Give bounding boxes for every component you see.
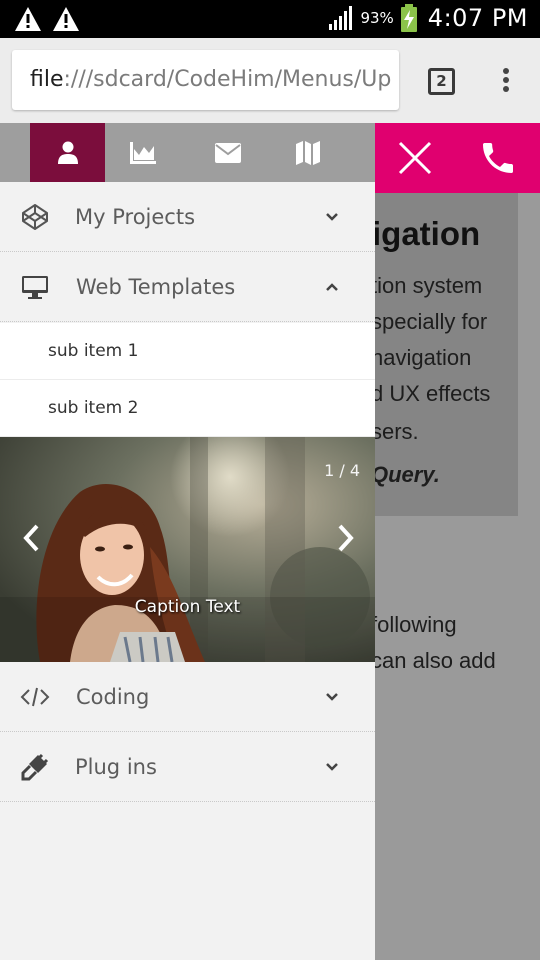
battery-charging-icon [400,4,418,32]
map-icon [295,140,320,165]
carousel-counter: 1 / 4 [324,461,360,480]
codepen-icon [22,203,48,230]
notification-icons [14,6,80,32]
body-text: specially for [371,309,488,334]
chevron-down-icon [326,762,338,771]
tab-chart[interactable] [105,123,180,182]
signal-icon [328,6,354,30]
sub-item-1[interactable]: sub item 1 [0,323,375,380]
phone-icon [482,143,513,173]
body-text: d UX effects [371,381,491,406]
menu-tab-bar [0,123,375,182]
url-bar[interactable]: file:///sdcard/CodeHim/Menus/Up [12,50,399,110]
menu-item-plug-ins[interactable]: Plug ins [0,732,375,802]
user-icon [57,141,78,164]
desktop-icon [22,275,48,299]
body-text: following [371,612,457,637]
menu-item-my-projects[interactable]: My Projects [0,182,375,252]
body-text: can also add [371,648,496,673]
status-bar: 93% 4:07 PM [0,0,540,38]
chevron-down-icon [326,692,338,701]
body-text-emphasis: Query. [371,462,440,487]
sub-item-2[interactable]: sub item 2 [0,380,375,437]
chevron-up-icon [326,282,338,291]
menu-item-web-templates[interactable]: Web Templates [0,252,375,322]
page-heading: igation [372,215,481,252]
call-button[interactable] [455,123,540,193]
chart-icon [129,141,156,164]
carousel-caption: Caption Text [134,597,241,617]
body-text: navigation [371,345,472,370]
warning-icon [14,6,42,32]
carousel-prev-button[interactable] [20,523,44,553]
side-menu: My Projects Web Templates sub item 1 sub… [0,123,375,960]
menu-item-label: Plug ins [75,755,157,779]
menu-item-label: Coding [76,685,150,709]
system-status: 93% 4:07 PM [328,4,528,32]
warning-icon [52,6,80,32]
sub-item-label: sub item 2 [48,398,139,418]
close-icon [398,141,432,175]
menu-item-label: My Projects [75,205,196,229]
url-scheme: file [30,67,64,92]
battery-percent: 93% [360,9,394,27]
body-text: sers. [371,419,419,444]
tab-mail[interactable] [190,123,265,182]
body-text: tion system [371,273,483,298]
browser-toolbar: file:///sdcard/CodeHim/Menus/Up 2 [0,38,540,123]
close-menu-button[interactable] [375,123,455,193]
menu-item-coding[interactable]: Coding [0,662,375,732]
clock: 4:07 PM [427,4,528,32]
carousel-photo [0,437,375,662]
mail-icon [214,142,241,163]
overflow-menu-icon[interactable] [498,68,514,98]
carousel-next-button[interactable] [333,523,357,553]
sub-item-label: sub item 1 [48,341,139,361]
tab-user[interactable] [30,123,105,182]
chevron-down-icon [326,212,338,221]
tab-map[interactable] [270,123,345,182]
url-path: :///sdcard/CodeHim/Menus/Up [63,67,392,92]
plug-icon [21,753,49,780]
code-icon [20,687,50,706]
image-carousel: 1 / 4 Caption Text [0,437,375,662]
menu-item-label: Web Templates [76,275,236,299]
tab-switcher-button[interactable]: 2 [428,68,455,95]
